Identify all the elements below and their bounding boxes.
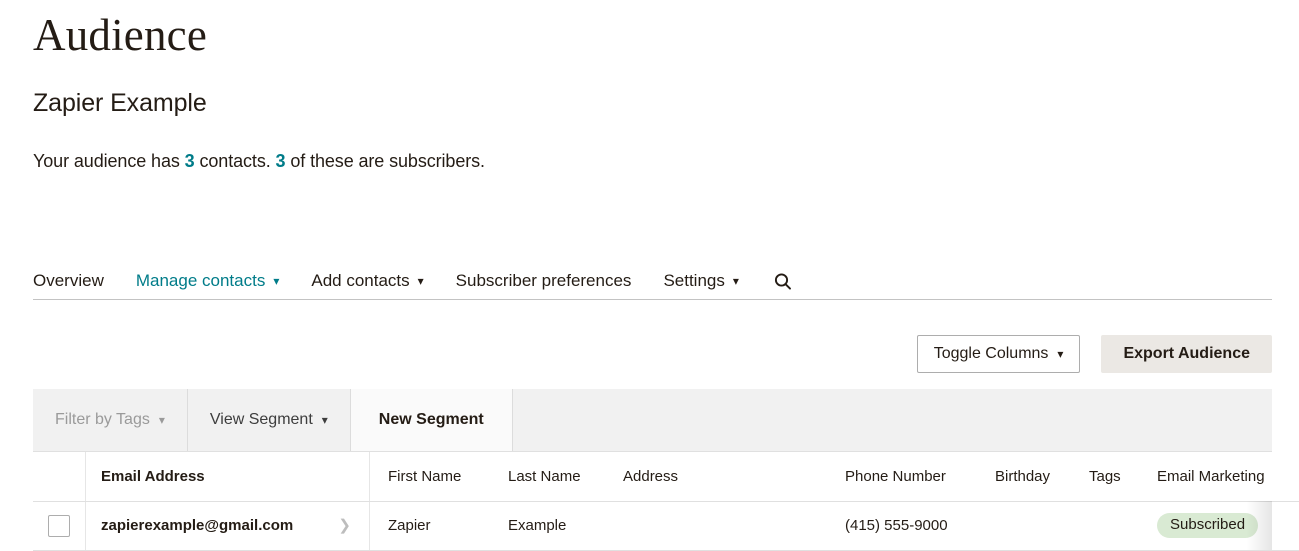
view-segment-dropdown[interactable]: View Segment ▾ — [188, 389, 350, 451]
export-audience-button[interactable]: Export Audience — [1101, 335, 1272, 373]
view-segment-label: View Segment — [209, 411, 313, 428]
column-header-email-marketing[interactable]: Email Marketing — [1139, 452, 1295, 502]
chevron-down-icon: ▾ — [732, 273, 739, 288]
table-toolbar: Toggle Columns ▾ Export Audience — [916, 335, 1272, 373]
chevron-right-icon[interactable]: ❯ — [338, 518, 351, 533]
select-all-header — [33, 452, 86, 502]
chevron-down-icon: ▾ — [417, 273, 424, 288]
email-cell-inner: zapierexample@gmail.com ❯ — [101, 517, 369, 534]
cell-phone-number: (415) 555-9000 — [827, 501, 977, 551]
audience-nav-tabs: Overview Manage contacts ▾ Add contacts … — [33, 264, 1272, 300]
audience-summary: Your audience has 3 contacts. 3 of these… — [33, 118, 485, 172]
summary-middle: contacts. — [194, 151, 276, 171]
tab-manage-contacts[interactable]: Manage contacts ▾ — [136, 271, 280, 293]
column-header-first-name[interactable]: First Name — [369, 452, 490, 502]
contacts-count: 3 — [184, 151, 195, 171]
contacts-table-container: Filter by Tags ▾ View Segment ▾ New Segm… — [33, 389, 1299, 551]
cell-last-name: Example — [490, 501, 605, 551]
column-header-last-name[interactable]: Last Name — [490, 452, 605, 502]
column-header-email-address[interactable]: Email Address — [85, 452, 370, 502]
summary-suffix: of these are subscribers. — [285, 151, 485, 171]
column-header-birthday[interactable]: Birthday — [977, 452, 1071, 502]
table-head: Email Address First Name Last Name Addre… — [33, 452, 1299, 502]
filter-by-tags-label: Filter by Tags — [55, 411, 150, 428]
chevron-down-icon: ▾ — [1057, 347, 1064, 361]
new-segment-label: New Segment — [378, 411, 484, 428]
toggle-columns-button[interactable]: Toggle Columns ▾ — [916, 335, 1081, 373]
tab-overview[interactable]: Overview — [33, 271, 104, 293]
subscribers-count: 3 — [275, 151, 286, 171]
column-header-source[interactable]: Source — [1295, 452, 1299, 502]
cell-birthday — [977, 501, 1071, 551]
filter-by-tags-dropdown[interactable]: Filter by Tags ▾ — [33, 389, 187, 451]
tab-subscriber-preferences[interactable]: Subscriber preferences — [456, 271, 632, 293]
row-select-cell — [33, 501, 86, 551]
cell-address — [605, 501, 827, 551]
export-audience-label: Export Audience — [1123, 345, 1250, 362]
table-header-row: Email Address First Name Last Name Addre… — [33, 452, 1299, 502]
page-header: Audience Zapier Example Your audience ha… — [33, 0, 485, 172]
cell-email-marketing: Subscribed — [1139, 501, 1295, 551]
table-row[interactable]: zapierexample@gmail.com ❯ Zapier Example… — [33, 501, 1299, 551]
cell-first-name: Zapier — [369, 501, 490, 551]
page-title: Audience — [33, 10, 208, 60]
summary-prefix: Your audience has — [33, 151, 185, 171]
cell-tags — [1071, 501, 1139, 551]
new-segment-button[interactable]: New Segment — [350, 389, 512, 451]
status-badge: Subscribed — [1157, 512, 1259, 539]
chevron-down-icon: ▾ — [158, 413, 165, 427]
audience-name: Zapier Example — [33, 89, 207, 117]
tab-settings[interactable]: Settings ▾ — [663, 271, 738, 293]
cell-source: Zapier — [1295, 501, 1299, 551]
column-header-address[interactable]: Address — [605, 452, 827, 502]
column-header-phone-number[interactable]: Phone Number — [827, 452, 977, 502]
tab-overview-label: Overview — [33, 270, 104, 290]
row-checkbox[interactable] — [48, 514, 70, 537]
tab-add-contacts[interactable]: Add contacts ▾ — [311, 271, 423, 293]
tab-settings-label: Settings — [663, 270, 725, 290]
search-button[interactable] — [773, 272, 793, 292]
tab-manage-contacts-label: Manage contacts — [135, 270, 266, 290]
toggle-columns-label: Toggle Columns — [933, 345, 1049, 362]
column-header-tags[interactable]: Tags — [1071, 452, 1139, 502]
filter-bar-spacer — [512, 389, 1272, 451]
cell-email-address[interactable]: zapierexample@gmail.com ❯ — [85, 501, 370, 551]
table-body: zapierexample@gmail.com ❯ Zapier Example… — [33, 501, 1299, 551]
tab-subscriber-preferences-label: Subscriber preferences — [455, 270, 632, 290]
contacts-table: Email Address First Name Last Name Addre… — [33, 452, 1299, 551]
chevron-down-icon: ▾ — [321, 413, 328, 427]
search-icon — [774, 272, 791, 290]
table-filter-bar: Filter by Tags ▾ View Segment ▾ New Segm… — [33, 389, 1272, 452]
chevron-down-icon: ▾ — [273, 273, 280, 288]
tab-add-contacts-label: Add contacts — [311, 270, 410, 290]
contact-email: zapierexample@gmail.com — [101, 517, 294, 534]
